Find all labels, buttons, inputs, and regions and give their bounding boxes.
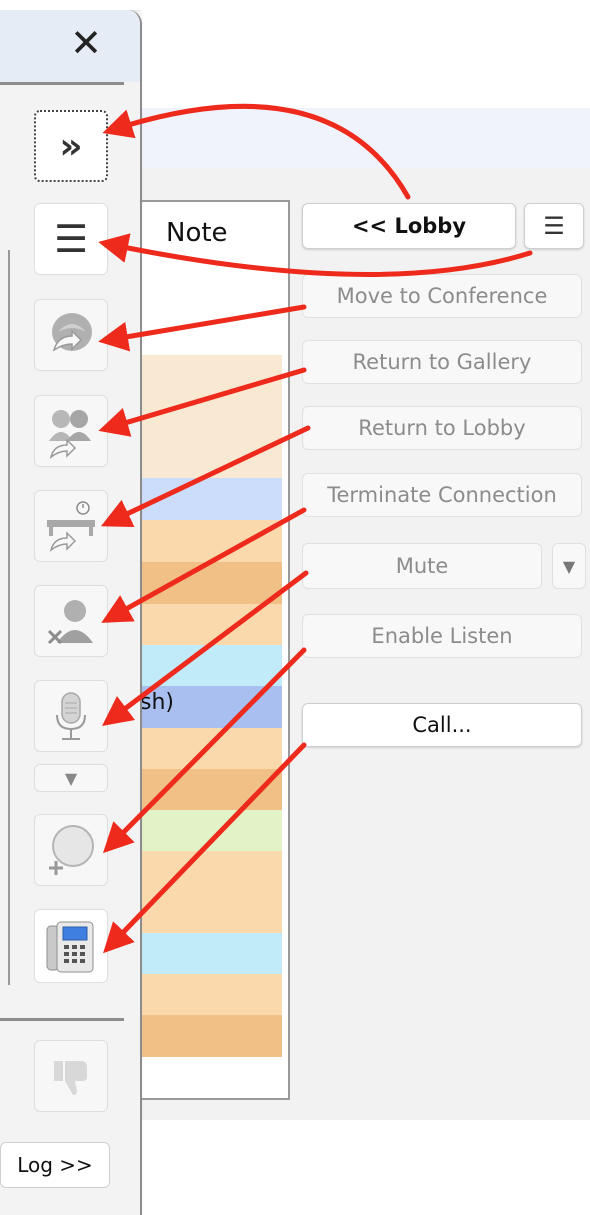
table-row[interactable] bbox=[142, 892, 282, 934]
table-row[interactable] bbox=[142, 810, 282, 852]
mute-icon-button[interactable] bbox=[34, 680, 108, 752]
user-remove-icon bbox=[47, 600, 93, 645]
return-to-lobby-icon-button[interactable] bbox=[34, 490, 108, 562]
hamburger-icon: ☰ bbox=[543, 212, 565, 240]
return-to-gallery-button[interactable]: Return to Gallery bbox=[302, 340, 582, 384]
add-participant-icon bbox=[49, 825, 94, 875]
users-group-icon bbox=[49, 410, 91, 459]
table-row[interactable] bbox=[142, 645, 282, 687]
row-note-text: sh) bbox=[140, 690, 174, 715]
table-row[interactable] bbox=[142, 478, 282, 520]
table-row[interactable] bbox=[142, 974, 282, 1016]
table-row[interactable] bbox=[142, 562, 282, 604]
close-icon[interactable]: ✕ bbox=[64, 18, 108, 68]
table-row[interactable] bbox=[142, 851, 282, 893]
thumbs-down-icon bbox=[54, 1061, 87, 1095]
double-chevron-right-icon: » bbox=[59, 125, 83, 167]
note-column-header[interactable]: Note bbox=[150, 205, 280, 261]
sidebar-menu-button[interactable]: ☰ bbox=[34, 203, 108, 275]
terminate-connection-button[interactable]: Terminate Connection bbox=[302, 473, 582, 517]
enable-listen-icon-button[interactable] bbox=[34, 814, 108, 886]
table-row[interactable] bbox=[142, 728, 282, 770]
call-button[interactable]: Call... bbox=[302, 703, 582, 747]
table-row[interactable] bbox=[142, 1015, 282, 1057]
mute-options-dropdown-small[interactable]: ▼ bbox=[34, 764, 108, 792]
microphone-icon bbox=[56, 692, 86, 740]
lobby-clock-icon bbox=[47, 501, 95, 552]
return-to-gallery-icon-button[interactable] bbox=[34, 395, 108, 467]
desk-phone-icon bbox=[46, 921, 94, 973]
terminate-connection-icon-button[interactable] bbox=[34, 585, 108, 657]
table-row[interactable] bbox=[142, 355, 282, 397]
mute-button[interactable]: Mute bbox=[302, 543, 542, 589]
chevron-down-icon: ▼ bbox=[562, 556, 576, 576]
table-row[interactable] bbox=[142, 439, 282, 481]
divider bbox=[8, 250, 10, 985]
table-row[interactable] bbox=[142, 520, 282, 562]
log-button[interactable]: Log >> bbox=[0, 1142, 110, 1188]
hamburger-icon: ☰ bbox=[53, 217, 89, 261]
move-to-conference-icon bbox=[52, 313, 92, 352]
divider bbox=[0, 1018, 124, 1021]
call-icon-button[interactable] bbox=[34, 909, 108, 983]
mute-options-dropdown[interactable]: ▼ bbox=[552, 543, 586, 589]
lobby-button[interactable]: << Lobby bbox=[302, 203, 516, 249]
chevron-down-icon: ▼ bbox=[64, 768, 78, 788]
table-row[interactable] bbox=[142, 397, 282, 439]
enable-listen-button[interactable]: Enable Listen bbox=[302, 614, 582, 658]
expand-button[interactable]: » bbox=[34, 110, 108, 182]
return-to-lobby-button[interactable]: Return to Lobby bbox=[302, 406, 582, 450]
table-row[interactable] bbox=[142, 769, 282, 811]
thumbs-down-button[interactable] bbox=[34, 1040, 108, 1112]
move-to-conference-button[interactable]: Move to Conference bbox=[302, 274, 582, 318]
divider bbox=[0, 82, 124, 85]
table-row[interactable] bbox=[142, 933, 282, 975]
table-row[interactable] bbox=[142, 604, 282, 646]
move-to-conference-icon-button[interactable] bbox=[34, 299, 108, 371]
menu-button[interactable]: ☰ bbox=[524, 203, 584, 249]
